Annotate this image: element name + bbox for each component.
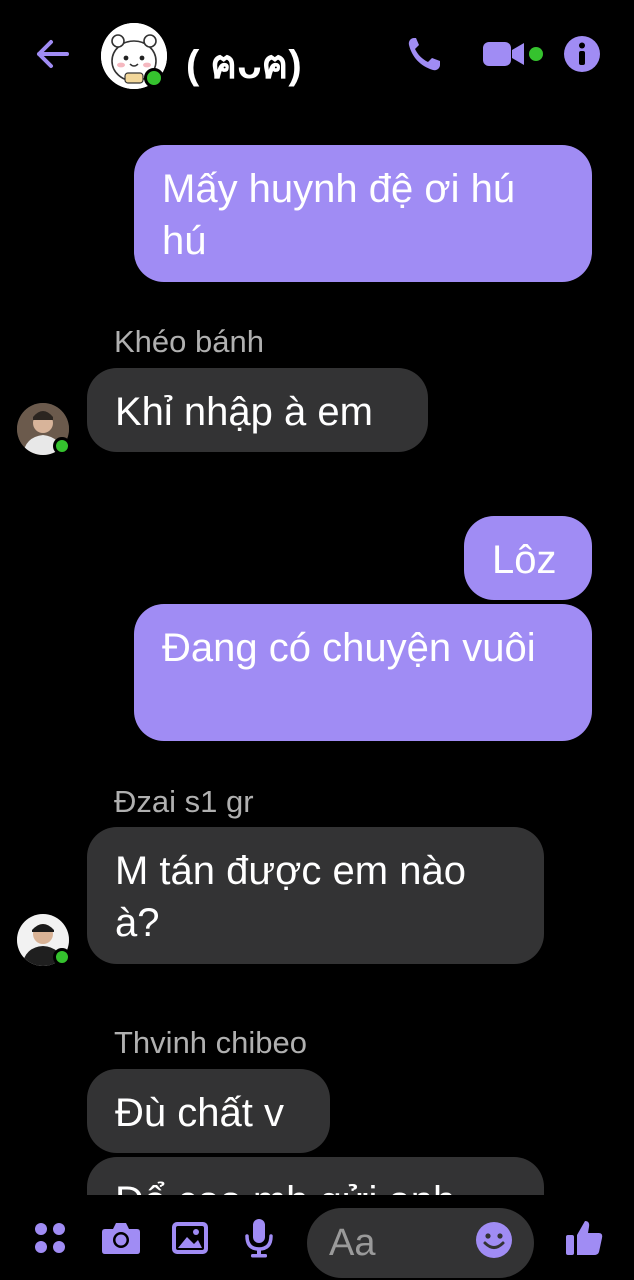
voice-button[interactable] [237, 1216, 281, 1260]
image-icon [172, 1222, 208, 1254]
smiley-icon [476, 1222, 512, 1258]
like-button[interactable] [562, 1216, 606, 1260]
info-icon [564, 36, 600, 72]
camera-button[interactable] [99, 1216, 143, 1260]
four-dots-icon [35, 1223, 65, 1253]
online-indicator [53, 437, 71, 455]
info-button[interactable] [560, 32, 604, 76]
camera-icon [102, 1223, 140, 1254]
video-camera-icon [483, 42, 543, 66]
call-button[interactable] [402, 32, 446, 76]
back-button[interactable] [30, 34, 74, 74]
message-bubble-incoming[interactable]: Khỉ nhập à em [87, 368, 428, 452]
sender-name: Khéo bánh [114, 324, 264, 359]
microphone-icon [245, 1219, 273, 1258]
apps-button[interactable] [28, 1216, 72, 1260]
message-list[interactable]: Mấy huynh đệ ơi hú hú Khéo bánh Khỉ nhập… [0, 110, 634, 1195]
message-bubble-outgoing[interactable]: Mấy huynh đệ ơi hú hú [134, 145, 592, 282]
message-bubble-incoming[interactable]: Để coo mh gửi anh [87, 1157, 544, 1195]
message-bubble-outgoing[interactable]: Lôz [464, 516, 592, 600]
message-bubble-outgoing[interactable]: Đang có chuyện vuôi [134, 604, 592, 741]
message-bubble-incoming[interactable]: M tán được em nào à? [87, 827, 544, 964]
conversation-title[interactable]: ( ฅᴗฅ) [186, 32, 302, 96]
sender-name: Đzai s1 gr [114, 784, 254, 819]
sender-name: Thvinh chibeo [114, 1025, 308, 1060]
arrow-left-icon [37, 40, 69, 68]
conversation-header: ( ฅᴗฅ) [0, 0, 634, 110]
message-bubble-incoming[interactable]: Đù chất v [87, 1069, 330, 1153]
message-input[interactable] [329, 1218, 479, 1268]
online-indicator [144, 68, 164, 88]
emoji-button[interactable] [472, 1218, 516, 1262]
phone-icon [408, 38, 440, 71]
thumbs-up-icon [566, 1221, 603, 1255]
online-indicator [53, 948, 71, 966]
video-call-button[interactable] [480, 32, 546, 76]
gallery-button[interactable] [168, 1216, 212, 1260]
